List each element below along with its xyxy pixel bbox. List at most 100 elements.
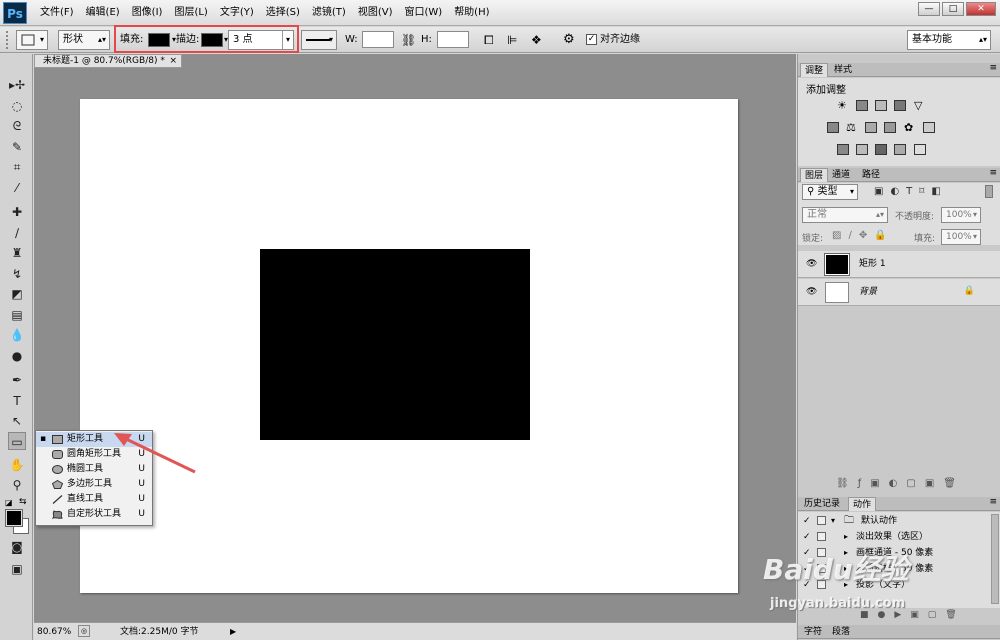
default-colors-icon[interactable]: ◪ [5,498,13,507]
actions-scrollbar[interactable] [991,514,999,604]
panel-menu-icon[interactable]: ≡ [989,497,997,507]
vibrance-icon[interactable]: ▽ [914,100,926,111]
link-icon[interactable]: ⛓ [401,30,416,50]
color-balance-icon[interactable]: ⚖ [846,122,858,133]
selective-color-icon[interactable] [894,144,906,155]
path-operations-icon[interactable]: ⧠ [484,30,494,50]
gradient-tool-icon[interactable]: ▤ [8,306,26,324]
blur-tool-icon[interactable]: 💧 [8,326,26,344]
maximize-button[interactable]: □ [942,2,964,16]
panel-menu-icon[interactable]: ≡ [989,63,997,73]
eye-icon[interactable]: 👁 [806,259,817,269]
hand-tool-icon[interactable]: ✋ [8,456,26,474]
curves-icon[interactable] [875,100,887,111]
flyout-item-line[interactable]: 直线工具 U [36,492,152,507]
close-icon[interactable]: × [169,55,177,67]
screen-mode-icon[interactable]: ▣ [8,560,26,578]
align-edges-checkbox[interactable]: ✓ [586,34,597,45]
flyout-item-custom-shape[interactable]: 自定形状工具 U [36,507,152,522]
eraser-tool-icon[interactable]: ◩ [8,285,26,303]
quick-mask-icon[interactable]: ◙ [8,538,26,556]
photo-filter-icon[interactable] [884,122,896,133]
pen-tool-icon[interactable]: ✒ [8,371,26,389]
color-lookup-icon[interactable] [923,122,935,133]
hue-saturation-icon[interactable] [827,122,839,133]
tab-layers[interactable]: 图层 [800,168,829,182]
menu-layer[interactable]: 图层(L) [168,0,213,26]
foreground-color-swatch[interactable] [5,509,23,527]
expand-icon[interactable]: ▾ [831,513,835,529]
opacity-input[interactable]: 100% ▾ [941,207,981,223]
lock-icons[interactable]: ▨∕✥🔒 [832,230,894,241]
tab-actions[interactable]: 动作 [848,497,877,511]
swap-colors-icon[interactable]: ⇆ [19,497,27,507]
action-control-icons[interactable]: ■●▶▣▢🗑 [860,610,966,620]
canvas[interactable] [80,99,738,593]
brightness-icon[interactable]: ☀ [837,100,849,111]
type-tool-icon[interactable]: T [8,392,26,410]
threshold-icon[interactable] [875,144,887,155]
menu-type[interactable]: 文字(Y) [214,0,260,26]
document-tab[interactable]: 未标题-1 @ 80.7%(RGB/8) * × [34,54,182,68]
menu-image[interactable]: 图像(I) [126,0,169,26]
gear-icon[interactable]: ⚙ [563,30,575,50]
filter-toggle[interactable] [985,185,993,198]
path-arrangement-icon[interactable]: ❖ [531,30,542,50]
check-icon[interactable]: ✓ [803,513,811,529]
menu-select[interactable]: 选择(S) [260,0,306,26]
menu-window[interactable]: 窗口(W) [398,0,448,26]
stamp-tool-icon[interactable]: ♜ [8,244,26,262]
move-tool-icon[interactable]: ▸✢ [8,76,26,94]
minimize-button[interactable]: — [918,2,940,16]
layer-filter-icons[interactable]: ▣◐T⌑◧ [874,186,948,197]
menu-filter[interactable]: 滤镜(T) [306,0,352,26]
path-select-tool-icon[interactable]: ↖ [8,412,26,430]
action-row[interactable]: ✓ ▸ 淡出效果（选区） [798,529,1000,545]
layer-action-icons[interactable]: ⛓ƒ▣◐▢▣🗑 [836,478,965,489]
crop-tool-icon[interactable]: ⌗ [8,158,26,176]
levels-icon[interactable] [856,100,868,111]
tab-styles[interactable]: 样式 [830,63,856,77]
dodge-tool-icon[interactable]: ● [8,347,26,365]
tab-history[interactable]: 历史记录 [800,497,844,511]
layer-name[interactable]: 背景 [859,279,877,306]
healing-brush-tool-icon[interactable]: ✚ [8,203,26,221]
black-white-icon[interactable] [865,122,877,133]
tab-paths[interactable]: 路径 [858,168,884,182]
menu-edit[interactable]: 编辑(E) [80,0,126,26]
zoom-level[interactable]: 80.67% [37,625,71,639]
height-input[interactable] [437,31,469,48]
tab-paragraph[interactable]: 段落 [828,625,854,639]
quick-select-tool-icon[interactable]: ✎ [8,138,26,156]
invert-icon[interactable] [837,144,849,155]
posterize-icon[interactable] [856,144,868,155]
blend-mode-select[interactable]: 正常 ▴▾ [802,207,888,223]
menu-view[interactable]: 视图(V) [352,0,399,26]
menu-help[interactable]: 帮助(H) [448,0,495,26]
stroke-type-select[interactable]: ▾ [301,30,337,50]
panel-menu-icon[interactable]: ≡ [989,168,997,178]
eye-icon[interactable]: 👁 [806,287,817,297]
layer-filter-select[interactable]: ⚲ 类型 ▾ [802,184,858,200]
check-icon[interactable]: ✓ [803,529,811,545]
tool-preset-picker[interactable]: ▾ [16,30,48,50]
status-icon[interactable]: ◎ [78,625,90,637]
path-alignment-icon[interactable]: ⊫ [507,30,517,50]
tab-adjustments[interactable]: 调整 [800,63,829,77]
fill-opacity-input[interactable]: 100% ▾ [941,229,981,245]
layer-row-rectangle[interactable]: 👁 矩形 1 [798,251,1000,278]
dialog-toggle[interactable] [817,532,826,541]
tab-character[interactable]: 字符 [800,625,826,639]
expand-icon[interactable]: ▸ [844,529,848,545]
history-brush-tool-icon[interactable]: ↯ [8,265,26,283]
exposure-icon[interactable] [894,100,906,111]
tab-channels[interactable]: 通道 [828,168,854,182]
gradient-map-icon[interactable] [914,144,926,155]
status-menu-arrow-icon[interactable]: ▶ [230,625,236,639]
rectangle-shape[interactable] [260,249,530,440]
dialog-toggle[interactable] [817,516,826,525]
lasso-tool-icon[interactable]: ᘓ [8,117,26,135]
zoom-tool-icon[interactable]: ⚲ [8,476,26,494]
width-input[interactable] [362,31,394,48]
channel-mixer-icon[interactable]: ✿ [904,122,916,133]
